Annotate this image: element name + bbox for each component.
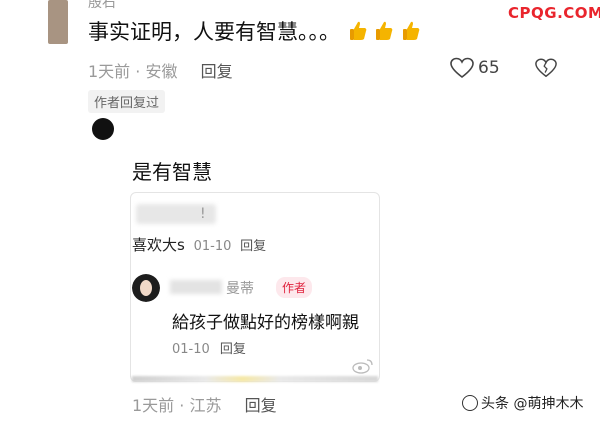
reply-location: 江苏 bbox=[189, 396, 222, 415]
sub-comment-meta: 01-10 回复 bbox=[172, 338, 246, 357]
watermark: 头条 @萌抻木木 bbox=[462, 393, 583, 413]
card-reply-button[interactable]: 回复 bbox=[240, 239, 266, 254]
sub-comment-text: 給孩子做點好的榜樣啊親 bbox=[172, 313, 359, 333]
heart-icon[interactable] bbox=[450, 57, 474, 79]
author-badge: 作者 bbox=[276, 277, 313, 298]
comment-location: 安徽 bbox=[145, 62, 178, 81]
reply-time: 1天前 bbox=[132, 396, 175, 415]
thumbs-up-icon bbox=[403, 21, 420, 40]
avatar[interactable] bbox=[48, 0, 68, 44]
site-logo: CPQG.COM bbox=[508, 4, 600, 22]
toutiao-logo-icon bbox=[462, 395, 478, 411]
avatar[interactable] bbox=[132, 274, 160, 302]
comment-time: 1天前 bbox=[88, 62, 131, 81]
dislike-broken-heart-icon[interactable] bbox=[535, 57, 557, 79]
reply-button[interactable]: 回复 bbox=[201, 62, 233, 81]
author-replied-badge: 作者回复过 bbox=[88, 90, 166, 113]
comment-body: 事实证明，人要有智慧。。。 bbox=[88, 20, 340, 44]
card-comment-text: 喜欢大s bbox=[132, 236, 185, 254]
reply-button[interactable]: 回复 bbox=[245, 396, 277, 415]
weibo-icon bbox=[352, 359, 373, 374]
username[interactable]: 殷石 bbox=[88, 0, 116, 12]
comment-meta: 1天前 · 安徽 回复 bbox=[88, 62, 233, 81]
thumbs-up-icon bbox=[376, 21, 393, 40]
card-comment: 喜欢大s 01-10 回复 bbox=[132, 234, 266, 255]
reply-meta: 1天前 · 江苏 回复 bbox=[132, 396, 277, 415]
sub-username[interactable]: 曼蒂 bbox=[226, 278, 254, 298]
blurred-strip bbox=[132, 376, 378, 382]
blurred-mark: ! bbox=[200, 206, 206, 222]
reply-text: 是有智慧 bbox=[132, 160, 212, 184]
avatar[interactable] bbox=[92, 118, 114, 140]
sub-reply-button[interactable]: 回复 bbox=[220, 342, 246, 357]
sub-comment-date: 01-10 bbox=[172, 342, 210, 357]
avatar-face bbox=[140, 280, 152, 296]
blurred-username bbox=[170, 280, 222, 294]
thumbs-up-icon bbox=[349, 21, 367, 40]
like-count: 65 bbox=[478, 58, 500, 78]
watermark-text: 头条 @萌抻木木 bbox=[481, 396, 584, 412]
card-comment-date: 01-10 bbox=[193, 239, 232, 254]
comment-text: 事实证明，人要有智慧。。。 bbox=[88, 16, 420, 46]
